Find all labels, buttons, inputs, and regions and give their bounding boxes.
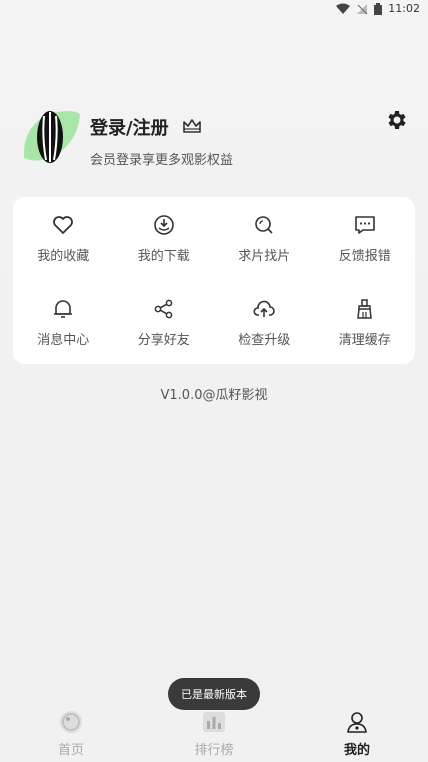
- messages-label: 消息中心: [37, 332, 90, 348]
- favorites-item[interactable]: 我的收藏: [13, 197, 114, 281]
- tab-ranking-label: 排行榜: [194, 743, 234, 758]
- clear-cache-label: 清理缓存: [338, 332, 391, 348]
- wifi-icon: [336, 3, 351, 14]
- home-icon: [60, 711, 82, 733]
- ranking-icon: [203, 712, 225, 732]
- status-icons: 11:02: [336, 2, 420, 15]
- login-register-link[interactable]: 登录/注册: [90, 114, 169, 140]
- crown-icon: [183, 119, 201, 133]
- settings-gear-icon[interactable]: [384, 108, 408, 132]
- broom-icon: [356, 299, 372, 319]
- tab-home[interactable]: 首页: [21, 702, 121, 762]
- tab-home-label: 首页: [57, 743, 84, 758]
- feedback-icon: [354, 216, 375, 235]
- function-grid-card: 我的收藏 我的下载 求片找片 反馈报错 消息中心 分享好友 检查升级 清理缓存: [13, 197, 415, 364]
- check-update-label: 检查升级: [238, 332, 291, 348]
- tab-mine-label: 我的: [343, 743, 370, 758]
- share-label: 分享好友: [137, 332, 190, 348]
- request-film-item[interactable]: 求片找片: [214, 197, 315, 281]
- cloud-upload-icon: [253, 300, 276, 317]
- search-icon: [255, 216, 273, 234]
- request-film-label: 求片找片: [238, 249, 291, 265]
- download-icon: [153, 215, 174, 236]
- avatar[interactable]: [20, 108, 82, 164]
- status-time: 11:02: [388, 2, 420, 15]
- downloads-label: 我的下载: [137, 249, 190, 265]
- bottom-tab-bar: 首页 排行榜 我的: [0, 702, 428, 762]
- profile-icon: [347, 712, 367, 733]
- toast-message: 已是最新版本: [168, 678, 260, 710]
- profile-header: 登录/注册 会员登录享更多观影权益: [20, 108, 416, 178]
- clear-cache-item[interactable]: 清理缓存: [315, 281, 416, 365]
- feedback-label: 反馈报错: [338, 249, 391, 265]
- favorites-label: 我的收藏: [37, 249, 90, 265]
- tab-ranking[interactable]: 排行榜: [164, 702, 264, 762]
- battery-icon: [374, 2, 383, 15]
- member-subtitle: 会员登录享更多观影权益: [90, 153, 234, 168]
- version-text: V1.0.0@瓜籽影视: [160, 388, 268, 403]
- bell-icon: [54, 299, 73, 318]
- heart-icon: [53, 216, 74, 235]
- feedback-item[interactable]: 反馈报错: [315, 197, 416, 281]
- tab-mine[interactable]: 我的: [307, 702, 407, 762]
- downloads-item[interactable]: 我的下载: [114, 197, 215, 281]
- check-update-item[interactable]: 检查升级: [214, 281, 315, 365]
- signal-icon: [357, 3, 368, 14]
- share-icon: [154, 299, 173, 319]
- status-bar: 11:02: [0, 0, 428, 22]
- messages-item[interactable]: 消息中心: [13, 281, 114, 365]
- share-item[interactable]: 分享好友: [114, 281, 215, 365]
